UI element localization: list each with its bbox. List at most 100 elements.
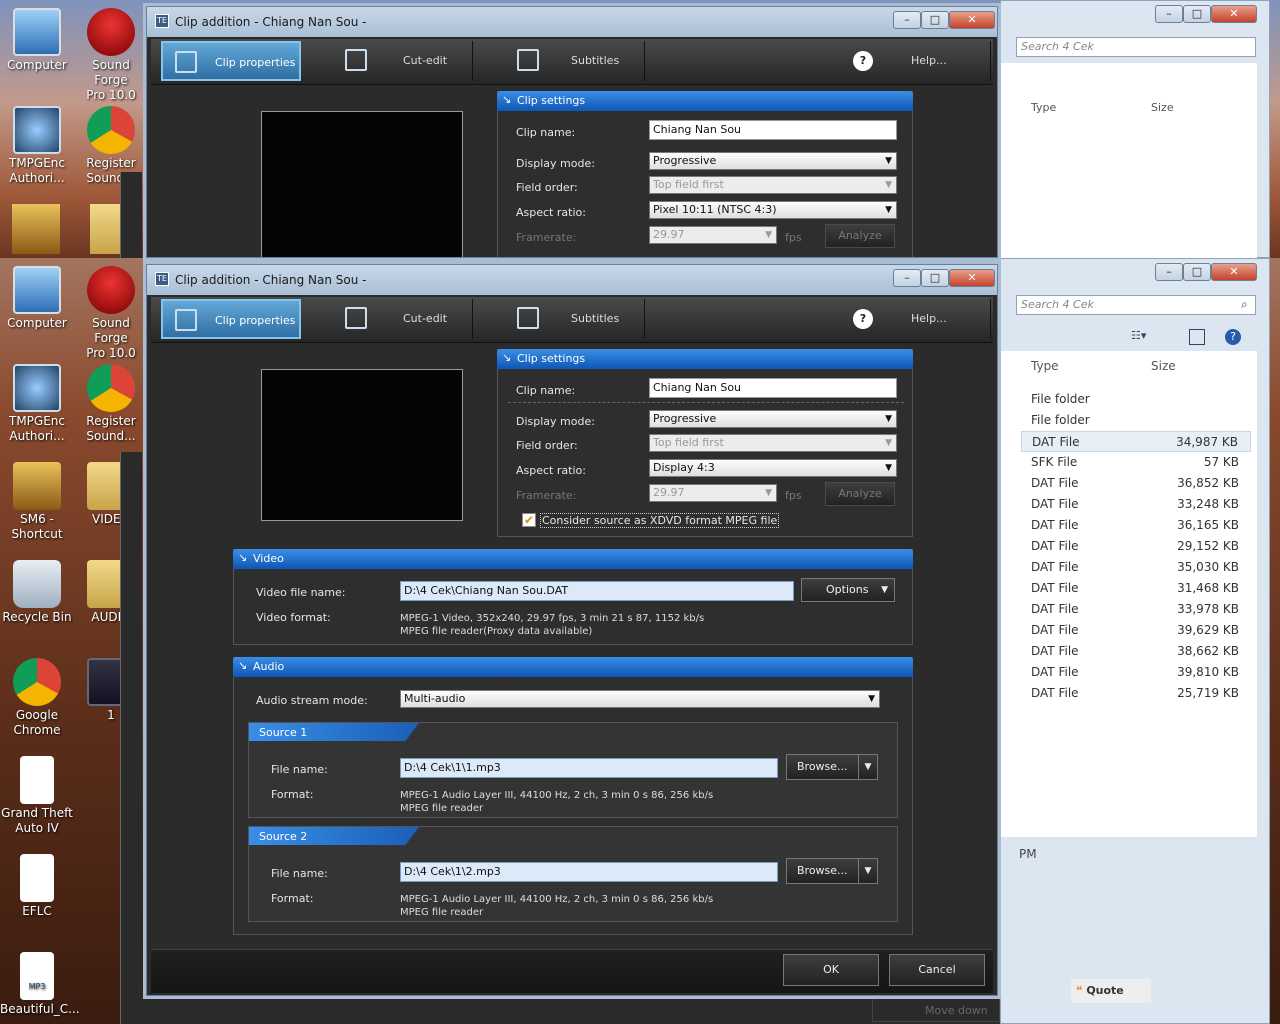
desktop-icon-eflc[interactable]: EFLC: [0, 854, 74, 919]
dropdown-arrow-icon: ▼: [885, 180, 892, 190]
options-button[interactable]: Options ▼: [801, 578, 895, 602]
collapse-arrow-icon[interactable]: ↘: [238, 659, 247, 672]
file-list-row[interactable]: DAT File 38,662 KB: [1021, 641, 1251, 662]
clip-name-input[interactable]: Chiang Nan Sou: [649, 378, 897, 398]
desktop-icon-recycle-bin[interactable]: Recycle Bin: [0, 560, 74, 625]
file-type: DAT File: [1031, 686, 1079, 700]
display-mode-select[interactable]: Progressive ▼: [649, 410, 897, 428]
file-list-row[interactable]: DAT File 39,629 KB: [1021, 620, 1251, 641]
collapse-arrow-icon[interactable]: ↘: [238, 551, 247, 564]
desktop-icon-register[interactable]: Register Sound...: [74, 364, 148, 444]
file-list-row[interactable]: DAT File 36,852 KB: [1021, 473, 1251, 494]
tab-label: Help...: [911, 312, 947, 325]
tab-label: Clip properties: [215, 56, 296, 69]
display-mode-select[interactable]: Progressive ▼: [649, 152, 897, 170]
preview-pane-icon[interactable]: [1189, 329, 1205, 345]
help-icon[interactable]: ?: [1225, 329, 1241, 345]
clip-addition-dialog-top: TE Clip addition - Chiang Nan Sou - – □ …: [146, 6, 998, 258]
tmpgenc-icon: [13, 106, 61, 154]
column-size[interactable]: Size: [1151, 101, 1174, 114]
desktop-icon-soundforge[interactable]: Sound Forge Pro 10.0: [74, 266, 148, 361]
file-list-row[interactable]: DAT File 39,810 KB: [1021, 662, 1251, 683]
search-icon[interactable]: ⌕: [1241, 297, 1248, 312]
close-button[interactable]: ✕: [949, 269, 995, 287]
source-title: Source 2: [259, 830, 308, 843]
file-list-row[interactable]: DAT File 31,468 KB: [1021, 578, 1251, 599]
desktop-icon-label: Register: [86, 156, 136, 170]
desktop-icon-beautiful[interactable]: MP3 Beautiful_C...: [0, 952, 80, 1017]
file-list-row[interactable]: DAT File 35,030 KB: [1021, 557, 1251, 578]
file-list-row[interactable]: DAT File 25,719 KB: [1021, 683, 1251, 704]
desktop-icon-computer-top[interactable]: Computer: [0, 8, 74, 73]
desktop-icon-tmpgenc[interactable]: TMPGEnc Authori...: [0, 364, 74, 444]
collapse-arrow-icon[interactable]: ↘: [502, 93, 511, 106]
collapse-arrow-icon[interactable]: ↘: [502, 351, 511, 364]
desktop-icon-soundforge-top[interactable]: Sound Forge Pro 10.0: [74, 8, 148, 103]
panel-title: Clip settings: [517, 352, 586, 365]
file-list-row[interactable]: File folder: [1021, 410, 1251, 431]
move-down-button[interactable]: Move down: [872, 998, 1000, 1022]
desktop-icon-label: Register: [86, 414, 136, 428]
maximize-button[interactable]: □: [1183, 263, 1211, 281]
clip-settings-header: ↘ Clip settings: [497, 91, 913, 111]
tab-subtitles[interactable]: Subtitles: [505, 299, 645, 339]
maximize-button[interactable]: □: [921, 269, 949, 287]
search-input[interactable]: Search 4 Cek: [1016, 295, 1256, 315]
xdvd-checkbox-label[interactable]: Consider source as XDVD format MPEG file: [540, 513, 780, 528]
video-file-name-input[interactable]: D:\4 Cek\Chiang Nan Sou.DAT: [400, 581, 794, 601]
select-value: Progressive: [653, 412, 717, 425]
xdvd-checkbox[interactable]: ✔: [522, 513, 536, 527]
ok-button[interactable]: OK: [783, 954, 879, 986]
desktop-icon-tmpgenc-top[interactable]: TMPGEnc Authori...: [0, 106, 74, 186]
close-button[interactable]: ✕: [1211, 5, 1257, 23]
browse-dropdown-button[interactable]: ▼: [858, 858, 878, 884]
search-input[interactable]: Search 4 Cek: [1016, 37, 1256, 57]
tab-clip-properties[interactable]: Clip properties: [161, 41, 301, 81]
file-size: 33,978 KB: [1177, 602, 1239, 616]
select-value: 29.97: [653, 486, 685, 499]
file-list-row[interactable]: DAT File 33,248 KB: [1021, 494, 1251, 515]
tmpgenc-icon: [13, 364, 61, 412]
tab-cut-edit[interactable]: Cut-edit: [333, 41, 473, 81]
view-options-icon[interactable]: ☷▾: [1131, 329, 1155, 345]
source-1-panel: Source 1 File name: D:\4 Cek\1\1.mp3 Bro…: [248, 722, 898, 818]
close-button[interactable]: ✕: [949, 11, 995, 29]
column-size[interactable]: Size: [1151, 359, 1176, 373]
clip-name-input[interactable]: Chiang Nan Sou: [649, 120, 897, 140]
maximize-button[interactable]: □: [921, 11, 949, 29]
file-list-row[interactable]: DAT File 29,152 KB: [1021, 536, 1251, 557]
desktop-icon-google-chrome[interactable]: Google Chrome: [0, 658, 74, 738]
column-type[interactable]: Type: [1031, 101, 1056, 114]
tab-cut-edit[interactable]: Cut-edit: [333, 299, 473, 339]
aspect-ratio-select[interactable]: Pixel 10:11 (NTSC 4:3) ▼: [649, 201, 897, 219]
desktop-icon-sm6[interactable]: SM6 - Shortcut: [0, 462, 74, 542]
audio-stream-mode-select[interactable]: Multi-audio ▼: [400, 690, 880, 708]
minimize-button[interactable]: –: [893, 269, 921, 287]
source-2-file-input[interactable]: D:\4 Cek\1\2.mp3: [400, 862, 778, 882]
browse-dropdown-button[interactable]: ▼: [858, 754, 878, 780]
tab-help[interactable]: ? Help...: [841, 299, 991, 339]
tab-help[interactable]: ? Help...: [841, 41, 991, 81]
tab-subtitles[interactable]: Subtitles: [505, 41, 645, 81]
file-list-row[interactable]: DAT File 36,165 KB: [1021, 515, 1251, 536]
close-button[interactable]: ✕: [1211, 263, 1257, 281]
file-list-row[interactable]: DAT File 33,978 KB: [1021, 599, 1251, 620]
maximize-button[interactable]: □: [1183, 5, 1211, 23]
column-type[interactable]: Type: [1031, 359, 1059, 373]
quote-button[interactable]: ❝ Quote: [1071, 979, 1151, 1003]
explorer-list: Type Size File folder File folder DAT File…: [1001, 351, 1257, 837]
tab-clip-properties[interactable]: Clip properties: [161, 299, 301, 339]
minimize-button[interactable]: –: [1155, 263, 1183, 281]
desktop-icon-label: Sound...: [86, 429, 136, 443]
file-list-row[interactable]: DAT File 34,987 KB: [1021, 431, 1251, 452]
sm6-shortcut-icon-top[interactable]: [12, 204, 60, 254]
minimize-button[interactable]: –: [893, 11, 921, 29]
source-1-file-input[interactable]: D:\4 Cek\1\1.mp3: [400, 758, 778, 778]
file-list-row[interactable]: SFK File 57 KB: [1021, 452, 1251, 473]
aspect-ratio-select[interactable]: Display 4:3 ▼: [649, 459, 897, 477]
desktop-icon-gta[interactable]: Grand Theft Auto IV: [0, 756, 74, 836]
cancel-button[interactable]: Cancel: [889, 954, 985, 986]
minimize-button[interactable]: –: [1155, 5, 1183, 23]
file-list-row[interactable]: File folder: [1021, 389, 1251, 410]
desktop-icon-computer[interactable]: Computer: [0, 266, 74, 331]
